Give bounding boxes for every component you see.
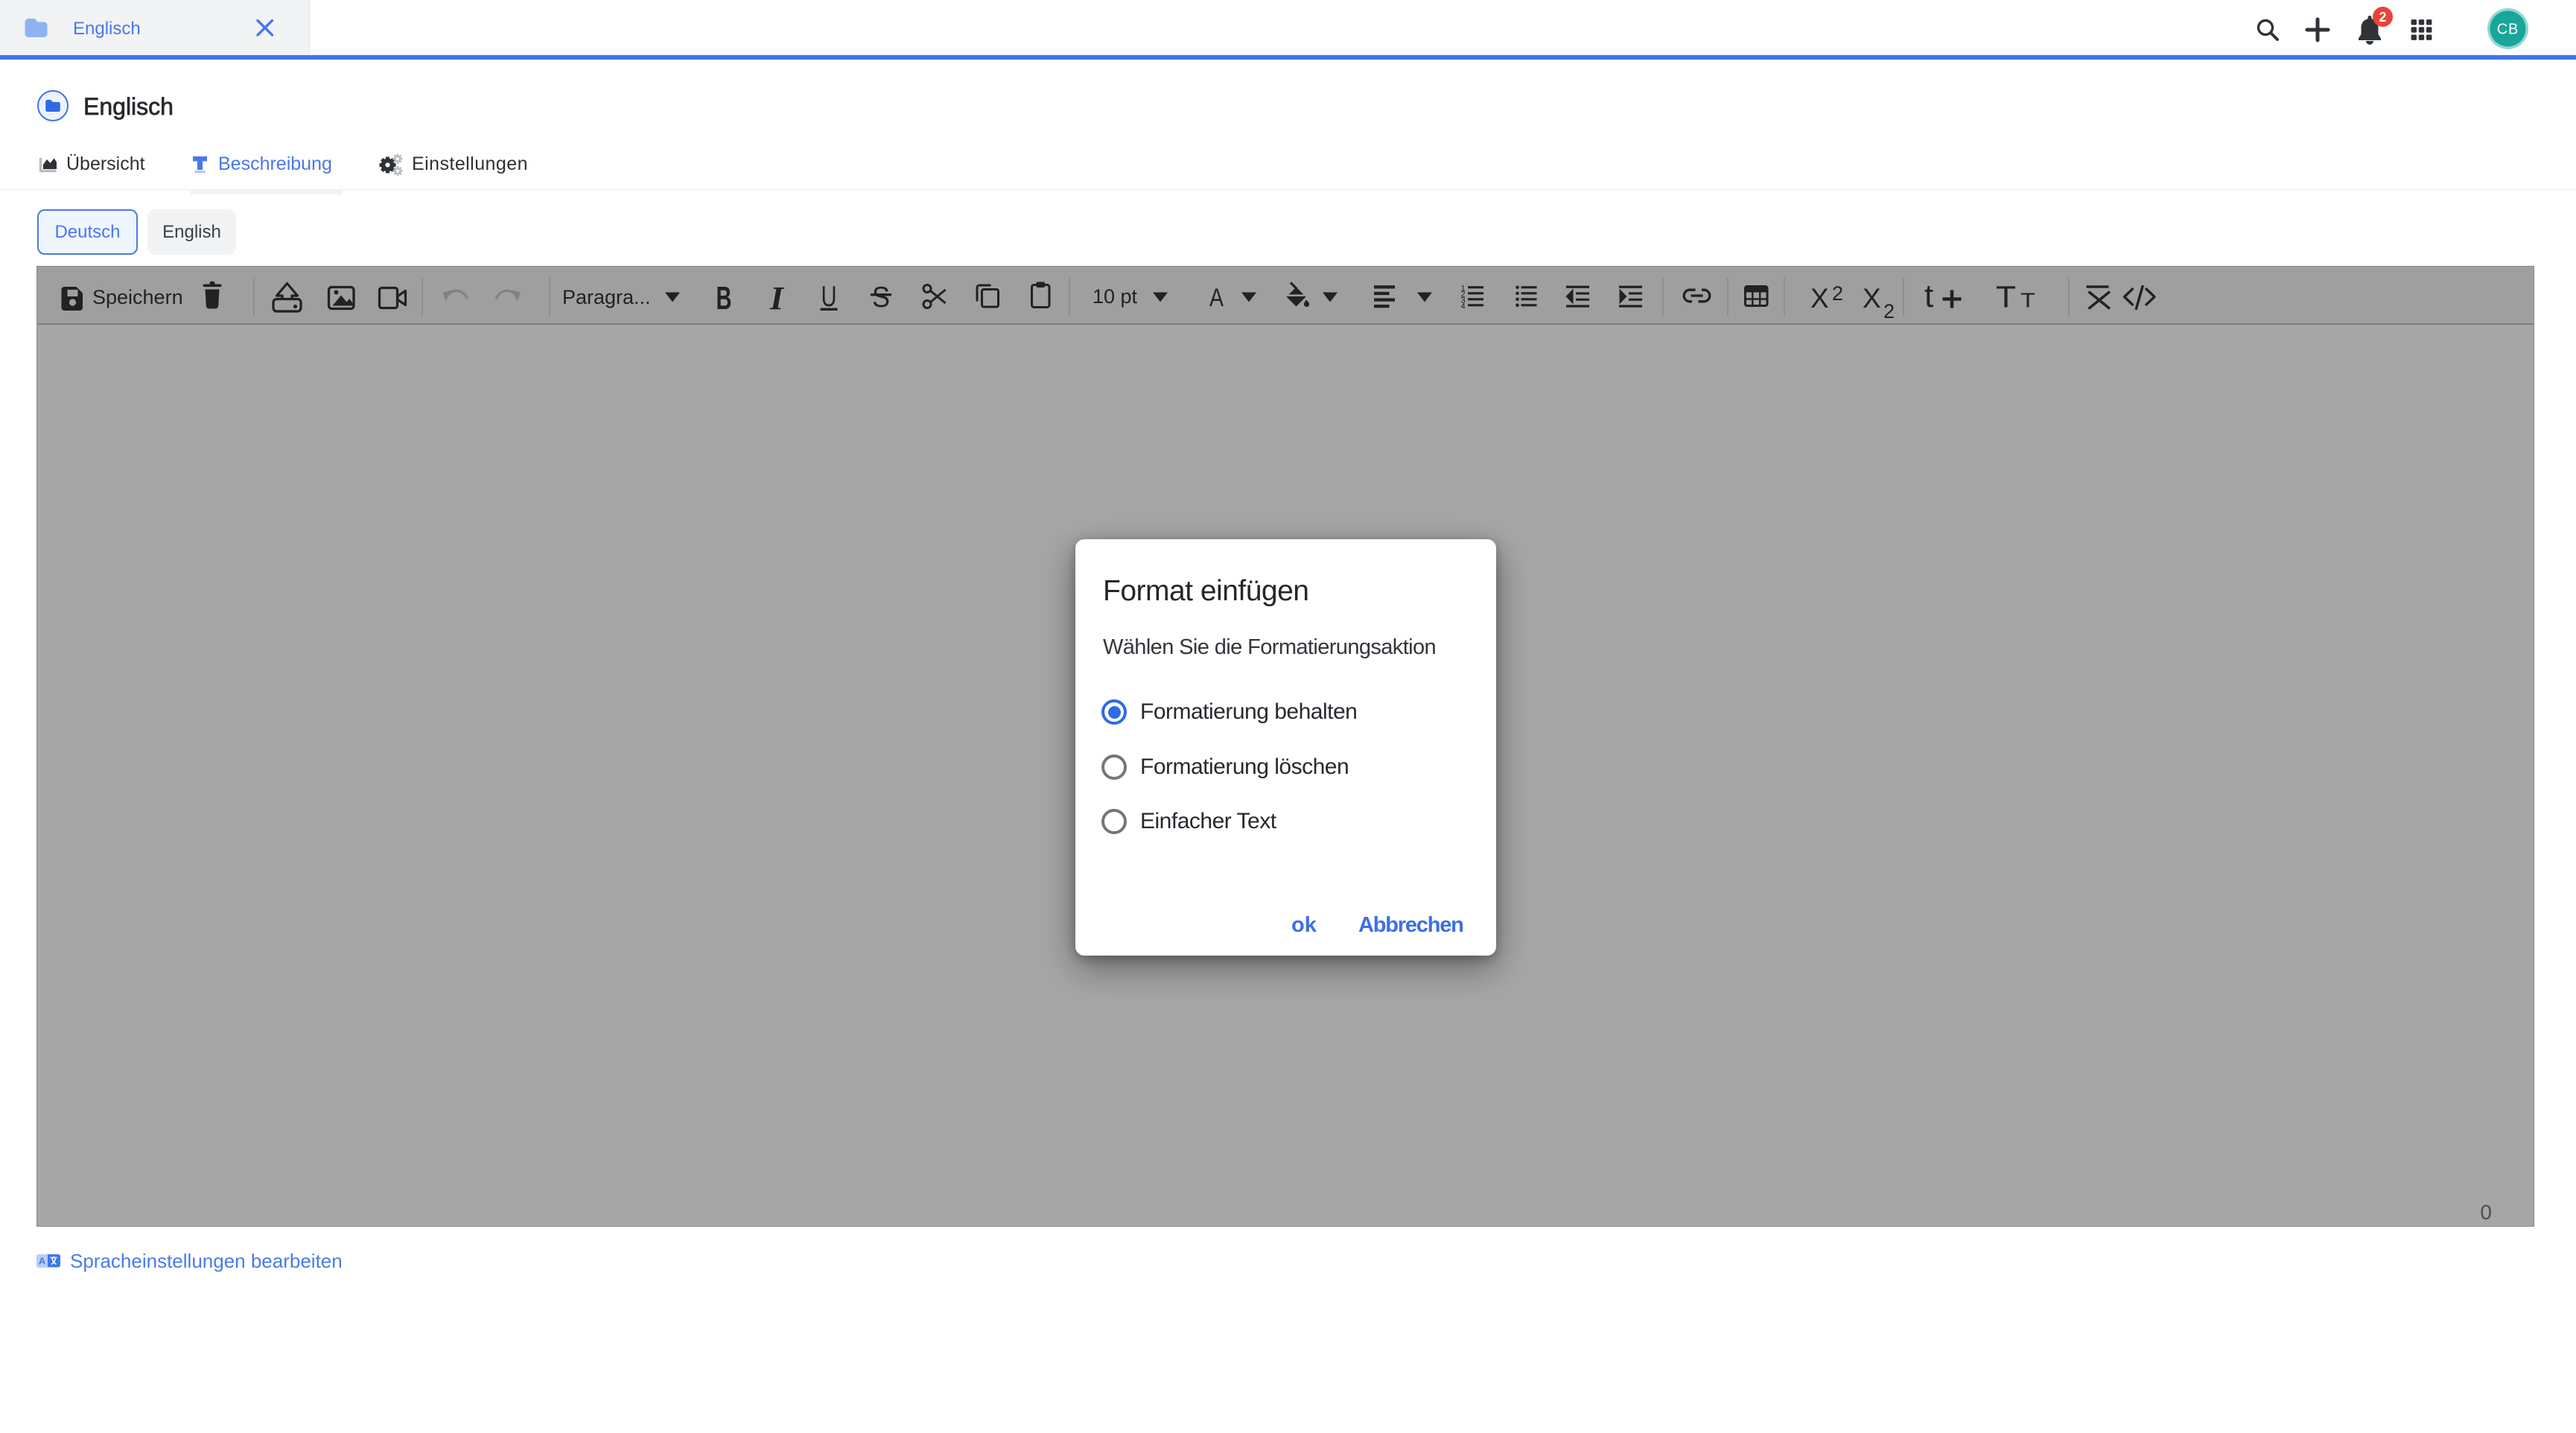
svg-text:2: 2 xyxy=(2379,10,2386,25)
svg-text:CB: CB xyxy=(2497,22,2519,38)
svg-text:A: A xyxy=(39,1256,46,1267)
